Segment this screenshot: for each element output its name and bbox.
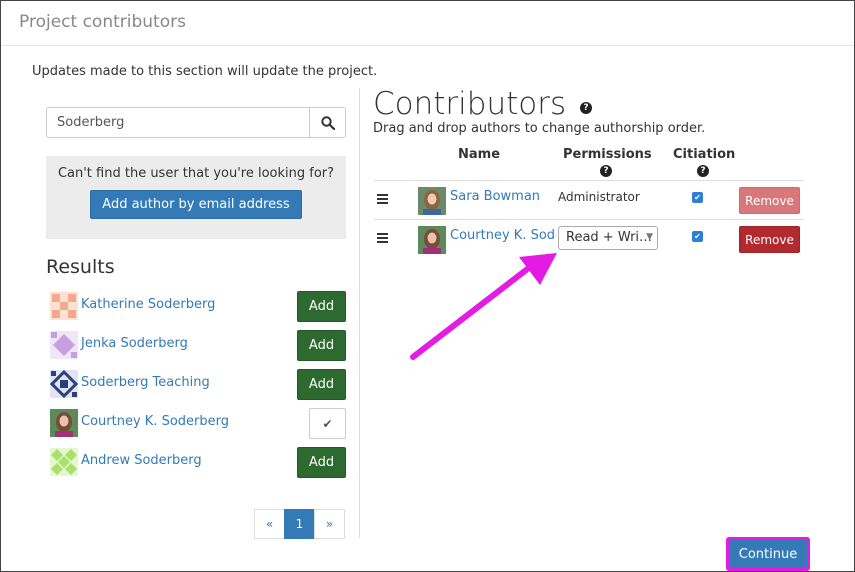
already-added-button[interactable]: ✔ <box>309 408 346 439</box>
permission-text: Administrator <box>558 190 640 204</box>
intro-text: Updates made to this section will update… <box>32 64 378 79</box>
user-not-found-text: Can't find the user that you're looking … <box>57 166 335 181</box>
result-name[interactable]: Soderberg Teaching <box>81 375 210 390</box>
title-divider <box>1 45 854 46</box>
add-author-by-email-button[interactable]: Add author by email address <box>90 190 302 219</box>
contributor-name[interactable]: Courtney K. Soderberg <box>450 228 556 243</box>
column-header-permissions-label: Permissions <box>563 147 652 162</box>
pagination-prev[interactable]: « <box>254 509 285 539</box>
question-icon[interactable]: ? <box>579 101 592 114</box>
column-header-name: Name <box>458 147 501 162</box>
user-search <box>46 107 346 138</box>
pagination-page[interactable]: 1 <box>284 509 315 539</box>
contributors-title: Contributors ? <box>373 86 592 122</box>
search-input[interactable] <box>46 107 309 138</box>
avatar <box>418 187 446 215</box>
add-contributor-button[interactable]: Add <box>297 291 346 322</box>
avatar <box>50 292 78 320</box>
avatar <box>50 448 78 476</box>
search-button[interactable] <box>309 107 346 138</box>
row-divider <box>374 219 804 220</box>
avatar <box>50 409 78 437</box>
column-header-name-label: Name <box>458 147 501 162</box>
user-not-found-box: Can't find the user that you're looking … <box>46 156 346 239</box>
column-divider <box>359 88 360 538</box>
column-header-citation-label: Citiation <box>673 147 736 162</box>
avatar <box>50 370 78 398</box>
modal-title: Project contributors <box>19 12 186 32</box>
row-divider <box>374 180 804 181</box>
result-row: Courtney K. Soderberg ✔ <box>50 408 346 439</box>
result-name[interactable]: Andrew Soderberg <box>81 453 202 468</box>
add-contributor-button[interactable]: Add <box>297 447 346 478</box>
question-icon[interactable]: ? <box>600 165 612 177</box>
pagination: « 1 » <box>254 509 345 539</box>
drag-handle-icon[interactable] <box>377 233 388 245</box>
pagination-next[interactable]: » <box>314 509 345 539</box>
add-contributor-button[interactable]: Add <box>297 369 346 400</box>
contributor-name[interactable]: Sara Bowman <box>450 189 540 204</box>
contributors-title-text: Contributors <box>373 86 567 122</box>
remove-contributor-button[interactable]: Remove <box>739 187 800 214</box>
contributor-name-clip: Courtney K. Soderberg <box>450 228 556 246</box>
check-icon: ✔ <box>322 416 333 431</box>
result-name[interactable]: Katherine Soderberg <box>81 297 215 312</box>
continue-button[interactable]: Continue <box>726 537 810 571</box>
avatar <box>50 331 78 359</box>
continue-button-label: Continue <box>738 546 798 562</box>
contributors-subtitle: Drag and drop authors to change authorsh… <box>373 121 706 136</box>
remove-contributor-button[interactable]: Remove <box>739 226 800 253</box>
permission-select-value: Read + Wri… <box>566 230 653 245</box>
permission-select[interactable]: Read + Wri… ▼ <box>558 226 658 250</box>
result-row: Soderberg Teaching Add <box>50 369 346 400</box>
result-name[interactable]: Courtney K. Soderberg <box>81 414 229 429</box>
result-row: Katherine Soderberg Add <box>50 291 346 322</box>
drag-handle-icon[interactable] <box>377 194 388 206</box>
result-row: Jenka Soderberg Add <box>50 330 346 361</box>
result-name[interactable]: Jenka Soderberg <box>81 336 188 351</box>
question-icon[interactable]: ? <box>697 165 709 177</box>
search-icon <box>320 115 335 130</box>
column-header-permissions: Permissions ? <box>563 147 652 177</box>
citation-checkbox[interactable]: ✔ <box>692 192 703 203</box>
column-header-citation: Citiation ? <box>673 147 736 177</box>
select-caret-icon: ▼ <box>646 232 653 242</box>
result-row: Andrew Soderberg Add <box>50 447 346 478</box>
annotation-arrow <box>410 253 557 360</box>
results-heading: Results <box>46 256 115 278</box>
add-contributor-button[interactable]: Add <box>297 330 346 361</box>
citation-checkbox[interactable]: ✔ <box>692 231 703 242</box>
